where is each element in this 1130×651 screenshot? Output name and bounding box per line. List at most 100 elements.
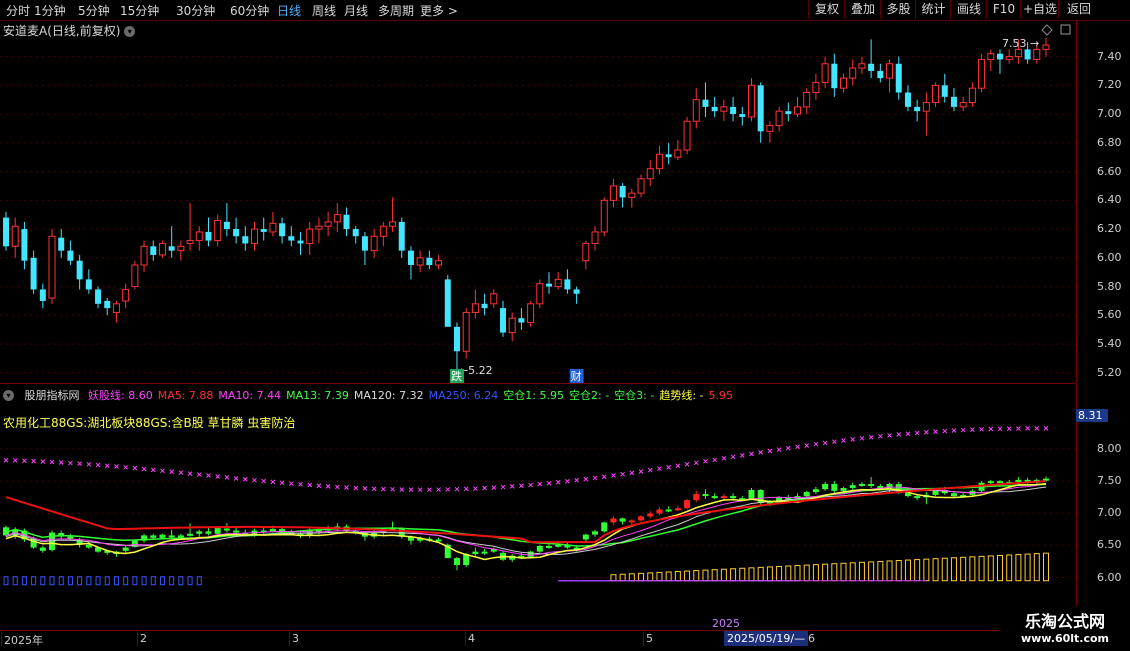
indicator-bar bbox=[39, 547, 46, 551]
candle-body bbox=[1033, 48, 1041, 60]
demon-line-mark bbox=[574, 477, 579, 483]
demon-line-mark bbox=[795, 444, 800, 450]
demon-line-mark bbox=[850, 437, 856, 442]
candle-body bbox=[692, 99, 700, 122]
trend-bar bbox=[1033, 553, 1040, 582]
demon-line-mark bbox=[390, 486, 395, 492]
demon-line-mark bbox=[657, 466, 662, 472]
demon-line-mark bbox=[1034, 426, 1040, 431]
candle-body bbox=[868, 63, 875, 71]
indicator-bar bbox=[702, 494, 709, 497]
candle-body bbox=[573, 289, 580, 294]
candle-body bbox=[416, 257, 424, 266]
demon-line-mark bbox=[31, 458, 36, 464]
demon-line-mark bbox=[12, 458, 18, 463]
price-chart[interactable]: 7.53 → ←5.22跌 财 bbox=[0, 0, 1130, 650]
demon-line-mark bbox=[380, 486, 386, 492]
candle-body bbox=[730, 106, 737, 115]
date-label: 5 bbox=[646, 632, 653, 645]
demon-line-mark bbox=[601, 474, 607, 480]
demon-line-mark bbox=[473, 486, 478, 491]
demon-line-mark bbox=[914, 430, 920, 436]
indicator-bar bbox=[269, 528, 276, 532]
indicator-bar bbox=[177, 535, 184, 538]
indicator-bar bbox=[536, 545, 543, 552]
demon-line-mark bbox=[436, 487, 441, 492]
candle-body bbox=[950, 96, 957, 107]
indicator-bar bbox=[122, 547, 129, 551]
trend-bar bbox=[858, 561, 865, 582]
trend-bar bbox=[684, 570, 691, 582]
trend-bar bbox=[711, 569, 718, 582]
legend-item-0: 妖股线: 8.60 bbox=[88, 389, 153, 402]
candle-body bbox=[361, 236, 368, 251]
legend-item-8: 空仓3: - bbox=[614, 389, 655, 402]
candle-body bbox=[453, 326, 460, 352]
candle-body bbox=[766, 125, 774, 132]
candle-body bbox=[177, 245, 185, 252]
demon-line-mark bbox=[721, 455, 727, 461]
demon-line-mark bbox=[841, 438, 846, 443]
demon-line-mark bbox=[325, 483, 331, 489]
indicator-bar bbox=[950, 493, 957, 497]
candle-body bbox=[922, 102, 930, 112]
candle-body bbox=[269, 222, 277, 233]
demon-line-mark bbox=[519, 483, 524, 489]
candle-body bbox=[223, 221, 230, 230]
demon-line-mark bbox=[1043, 426, 1049, 431]
indicator-bar bbox=[453, 558, 460, 565]
candle-body bbox=[914, 106, 921, 112]
sector-info: 农用化工88GS:湖北板块88GS:含B股 草甘膦 虫害防治 bbox=[3, 416, 296, 430]
candle-body bbox=[996, 53, 1003, 60]
candle-body bbox=[978, 58, 986, 89]
indicator-bar bbox=[601, 522, 608, 532]
indicator-bar bbox=[168, 535, 175, 538]
price-tick-label: 6.00 bbox=[1097, 250, 1122, 264]
price-tick-label: 6.40 bbox=[1097, 193, 1122, 207]
demon-line-mark bbox=[703, 458, 708, 464]
candle-body bbox=[564, 279, 571, 290]
candle-body bbox=[628, 192, 636, 198]
legend-item-4: MA120: 7.32 bbox=[353, 389, 424, 402]
demon-line-mark bbox=[620, 471, 625, 477]
trend-bar bbox=[794, 565, 801, 582]
candle-body bbox=[158, 242, 166, 256]
candle-body bbox=[398, 221, 405, 251]
demon-line-mark bbox=[1016, 426, 1021, 431]
demon-line-mark bbox=[868, 434, 874, 440]
candle-body bbox=[849, 67, 857, 79]
indicator-bar bbox=[803, 492, 810, 497]
demon-line-mark bbox=[298, 481, 303, 487]
trend-bar bbox=[766, 566, 773, 582]
indicator-bar bbox=[840, 487, 847, 491]
demon-line-mark bbox=[427, 487, 432, 493]
chevron-down-icon[interactable]: ▾ bbox=[3, 390, 14, 401]
candle-body bbox=[21, 229, 28, 261]
candle-body bbox=[58, 237, 65, 251]
price-tick-label: 6.60 bbox=[1097, 164, 1122, 178]
event-badge-label: 跌 bbox=[451, 369, 462, 383]
demon-line-mark bbox=[767, 448, 773, 454]
candle-body bbox=[527, 303, 535, 323]
demon-line-mark bbox=[95, 462, 101, 468]
demon-line-mark bbox=[334, 484, 340, 490]
candle-body bbox=[794, 106, 802, 115]
trend-bar bbox=[656, 571, 663, 582]
candle-body bbox=[674, 149, 682, 158]
demon-line-mark bbox=[270, 479, 276, 485]
candle-body bbox=[959, 102, 967, 108]
indicator-tick-label: 8.00 bbox=[1097, 441, 1122, 455]
demon-line-mark bbox=[454, 486, 460, 492]
indicator-name[interactable]: 股朋指标网 bbox=[25, 389, 80, 402]
trend-bar bbox=[849, 562, 856, 582]
candle-body bbox=[499, 308, 506, 333]
candle-body bbox=[739, 114, 746, 117]
candle-body bbox=[85, 279, 92, 290]
price-tick-label: 6.20 bbox=[1097, 222, 1122, 236]
demon-line-mark bbox=[831, 439, 837, 445]
candle-body bbox=[352, 229, 359, 237]
trend-bar bbox=[822, 563, 829, 582]
high-price-label: 7.53 → bbox=[1002, 37, 1039, 50]
trend-line bbox=[5, 483, 1047, 561]
demon-line-mark bbox=[1025, 426, 1030, 431]
